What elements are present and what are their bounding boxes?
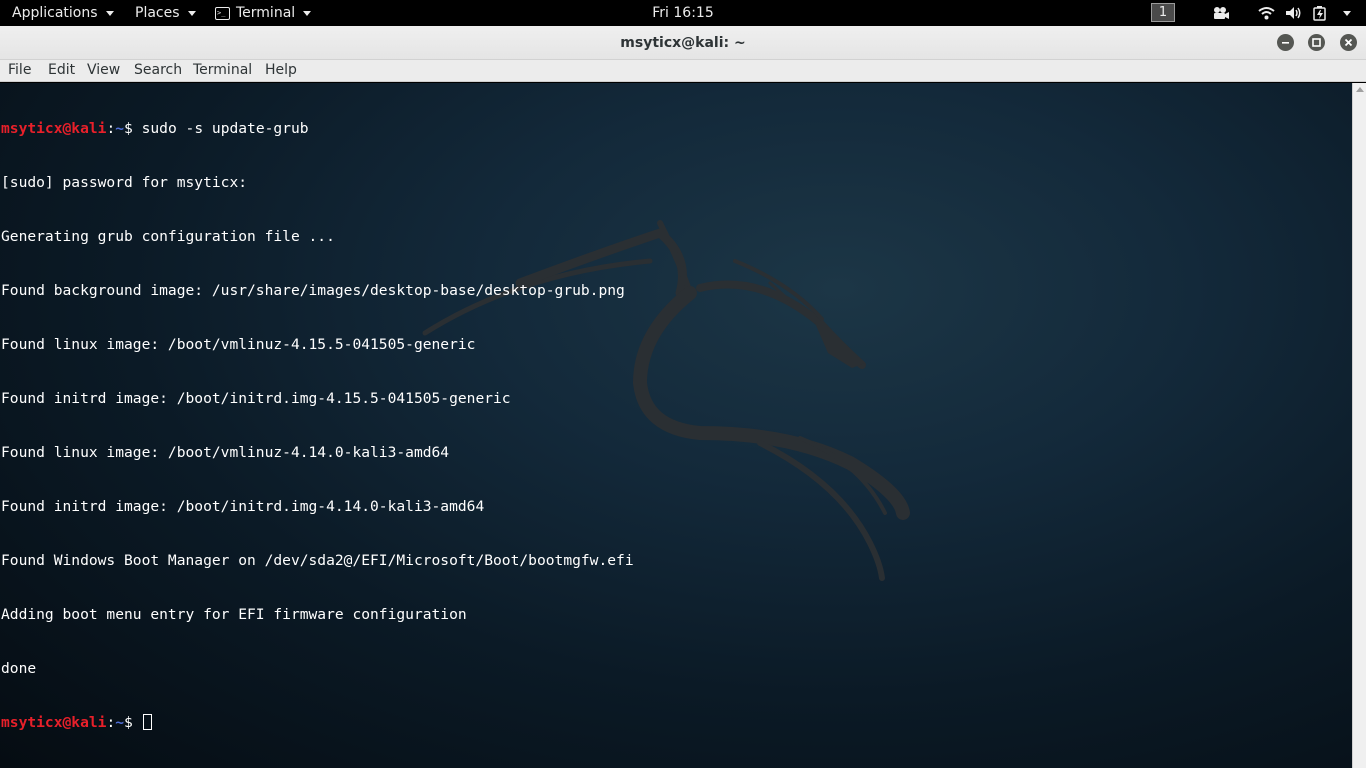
app-menu-terminal[interactable]: >_ Terminal <box>215 0 312 26</box>
maximize-icon <box>1312 38 1321 47</box>
chevron-down-icon <box>187 10 196 16</box>
maximize-button[interactable] <box>1308 34 1325 51</box>
menu-view[interactable]: View <box>87 60 120 82</box>
app-menu-label: Terminal <box>236 5 296 21</box>
prompt-path: ~ <box>115 120 125 137</box>
window-titlebar[interactable]: msyticx@kali: ~ <box>0 26 1366 60</box>
applications-label: Applications <box>12 5 98 21</box>
battery-icon[interactable] <box>1313 0 1329 26</box>
chevron-down-icon <box>1343 10 1351 16</box>
output-line: Found linux image: /boot/vmlinuz-4.15.5-… <box>1 336 476 353</box>
close-icon <box>1344 38 1353 47</box>
menu-search[interactable]: Search <box>134 60 182 82</box>
prompt-separator: : <box>106 714 116 731</box>
text-cursor <box>142 714 152 730</box>
power-menu-icon[interactable] <box>1341 0 1351 26</box>
output-line: Found linux image: /boot/vmlinuz-4.14.0-… <box>1 444 450 461</box>
applications-menu[interactable]: Applications <box>12 0 114 26</box>
places-menu[interactable]: Places <box>135 0 196 26</box>
scroll-up-icon[interactable] <box>1356 87 1364 92</box>
output-line: Adding boot menu entry for EFI firmware … <box>1 606 467 623</box>
output-line: done <box>1 660 37 677</box>
menu-edit[interactable]: Edit <box>48 60 75 82</box>
output-line: Found Windows Boot Manager on /dev/sda2@… <box>1 552 634 569</box>
clock[interactable]: Fri 16:15 <box>652 0 713 26</box>
prompt-symbol: $ <box>124 120 133 137</box>
video-camera-icon[interactable] <box>1212 0 1230 26</box>
terminal-scrollbar[interactable] <box>1352 83 1366 768</box>
top-panel: Applications Places >_ Terminal Fri 16:1… <box>0 0 1366 26</box>
command-line: msyticx@kali:~$ sudo -s update-grub <box>1 120 634 138</box>
workspace-indicator[interactable]: 1 <box>1151 3 1175 22</box>
terminal-menubar: File Edit View Search Terminal Help <box>0 60 1366 82</box>
output-line: Generating grub configuration file ... <box>1 228 335 245</box>
output-line: Found initrd image: /boot/initrd.img-4.1… <box>1 390 511 407</box>
chevron-down-icon <box>303 10 312 16</box>
terminal-output: msyticx@kali:~$ sudo -s update-grub [sud… <box>1 84 634 768</box>
output-line: Found background image: /usr/share/image… <box>1 282 625 299</box>
window-title: msyticx@kali: ~ <box>620 35 746 51</box>
terminal-icon: >_ <box>215 6 230 20</box>
prompt-user: msyticx@kali <box>1 714 107 731</box>
terminal-view[interactable]: msyticx@kali:~$ sudo -s update-grub [sud… <box>0 83 1352 768</box>
wifi-icon[interactable] <box>1258 0 1275 26</box>
output-line: Found initrd image: /boot/initrd.img-4.1… <box>1 498 485 515</box>
volume-icon[interactable] <box>1285 0 1303 26</box>
minimize-button[interactable] <box>1277 34 1294 51</box>
close-button[interactable] <box>1340 34 1357 51</box>
command-text: sudo -s update-grub <box>132 120 309 137</box>
menu-help[interactable]: Help <box>265 60 297 82</box>
prompt-symbol: $ <box>124 714 133 731</box>
prompt-user: msyticx@kali <box>1 120 107 137</box>
menu-terminal[interactable]: Terminal <box>193 60 252 82</box>
chevron-down-icon <box>105 10 114 16</box>
prompt-separator: : <box>106 120 116 137</box>
output-line: [sudo] password for msyticx: <box>1 174 248 191</box>
menu-file[interactable]: File <box>8 60 31 82</box>
prompt-path: ~ <box>115 714 125 731</box>
active-prompt-line: msyticx@kali:~$ <box>1 714 634 732</box>
places-label: Places <box>135 5 180 21</box>
minimize-icon <box>1282 42 1289 44</box>
